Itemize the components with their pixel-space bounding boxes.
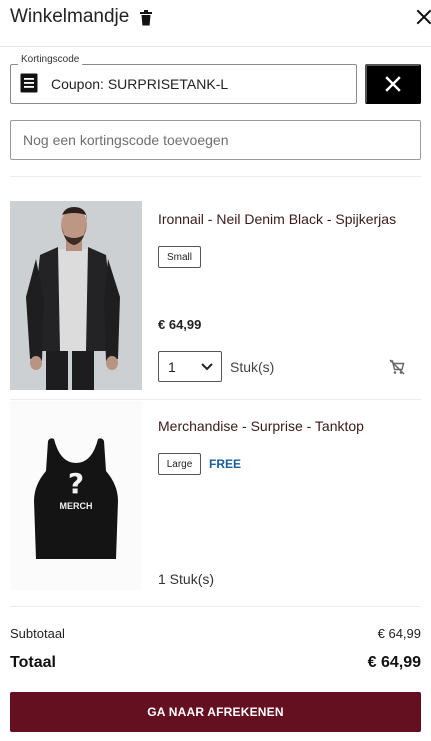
checkout-button[interactable]: GA NAAR AFREKENEN (10, 692, 421, 732)
close-icon (385, 76, 401, 92)
product-image-denim-jacket[interactable] (10, 201, 142, 390)
remove-from-cart-icon[interactable] (389, 359, 405, 375)
product-image-tanktop[interactable]: ? MERCH (10, 401, 142, 590)
quantity-unit: Stuk(s) (230, 359, 275, 375)
coupon-code-input[interactable] (10, 120, 421, 160)
cart-header: Winkelmandje (0, 0, 431, 47)
coupon-code-text: Coupon: SURPRISETANK-L (51, 76, 229, 92)
remove-coupon-button[interactable] (365, 64, 421, 104)
quantity-value: 1 (168, 359, 176, 375)
coupon-legend: Kortingscode (18, 54, 83, 65)
close-icon[interactable] (416, 9, 431, 25)
divider (10, 176, 421, 177)
trash-icon[interactable] (139, 10, 153, 26)
subtotal-label: Subtotaal (10, 626, 65, 641)
total-value: € 64,99 (367, 654, 421, 671)
product-name[interactable]: Ironnail - Neil Denim Black - Spijkerjas (158, 211, 396, 227)
size-badge: Small (158, 246, 201, 268)
quantity-text: 1 Stuk(s) (158, 571, 215, 587)
product-name[interactable]: Merchandise - Surprise - Tanktop (158, 418, 364, 434)
tanktop-print-text: MERCH (60, 501, 93, 511)
product-price: € 64,99 (158, 317, 202, 332)
receipt-icon (20, 73, 38, 93)
divider (10, 399, 421, 400)
size-badge: Large (158, 453, 201, 475)
cart-title: Winkelmandje (10, 6, 130, 27)
chevron-down-icon (201, 363, 213, 371)
divider (10, 606, 421, 607)
total-label: Totaal (10, 654, 56, 671)
svg-text:?: ? (68, 467, 84, 500)
free-badge: FREE (209, 457, 242, 471)
quantity-select[interactable]: 1 (158, 351, 222, 382)
subtotal-value: € 64,99 (377, 626, 421, 641)
